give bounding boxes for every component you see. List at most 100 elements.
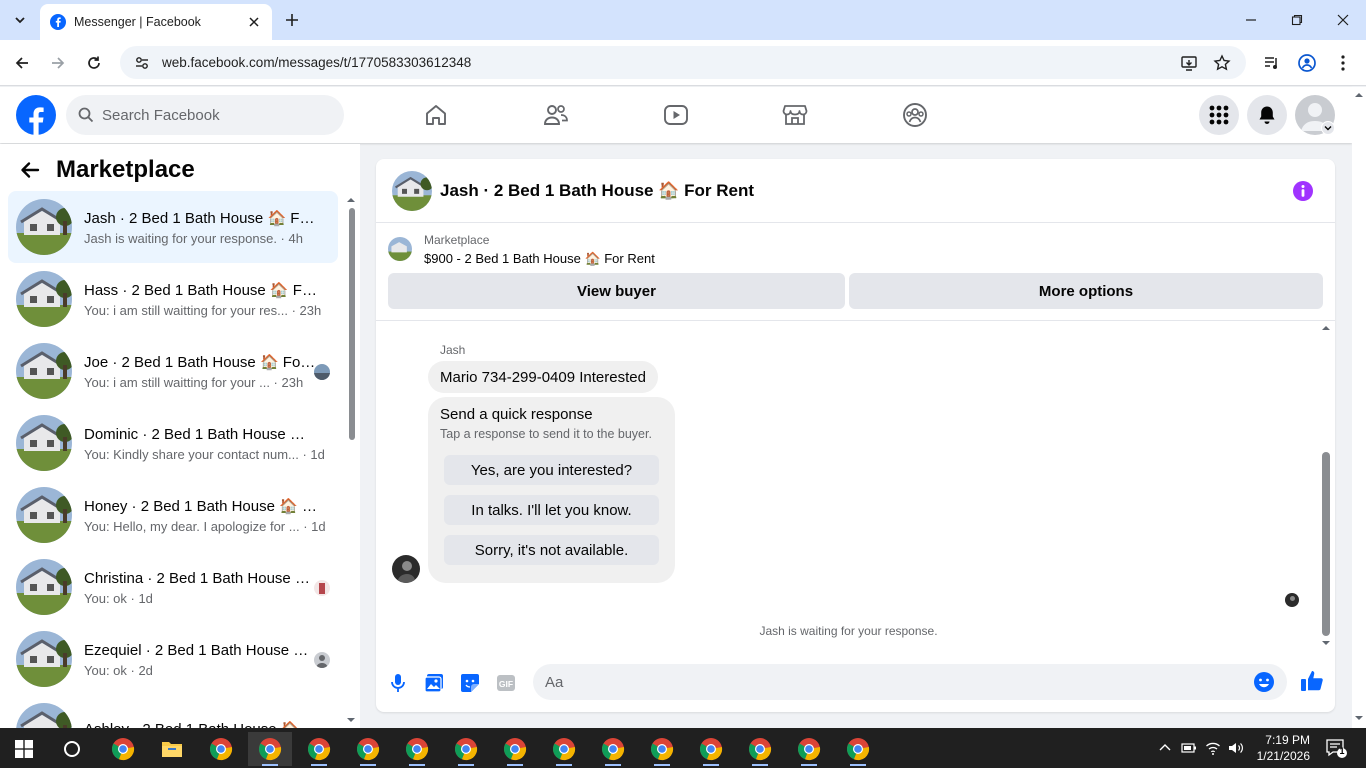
photo-icon[interactable] <box>422 671 446 695</box>
view-buyer-button[interactable]: View buyer <box>388 273 845 309</box>
house-thumbnail <box>16 487 72 543</box>
message-composer: GIF <box>376 659 1335 707</box>
info-icon[interactable] <box>1293 181 1313 201</box>
conversation-item[interactable]: Joe · 2 Bed 1 Bath House 🏠 For Rent You:… <box>8 335 338 407</box>
chrome-icon[interactable] <box>738 732 782 766</box>
message-bubble[interactable]: Mario 734-299-0409 Interested <box>428 361 658 393</box>
notifications-button[interactable] <box>1247 95 1287 135</box>
chrome-icon[interactable] <box>346 732 390 766</box>
url-text[interactable]: web.facebook.com/messages/t/177058330361… <box>162 55 471 70</box>
quick-response-button[interactable]: Yes, are you interested? <box>444 455 659 485</box>
chat-title[interactable]: Jash · 2 Bed 1 Bath House 🏠 For Rent <box>440 181 754 201</box>
close-window-icon[interactable] <box>1333 10 1353 30</box>
chrome-icon[interactable] <box>689 732 733 766</box>
message-thread: Jash Mario 734-299-0409 Interested Send … <box>376 321 1335 646</box>
facebook-search-bar[interactable] <box>66 95 344 135</box>
search-input[interactable] <box>102 106 322 124</box>
sticker-icon[interactable] <box>458 671 482 695</box>
conversation-item[interactable]: Ashley · 2 Bed 1 Bath House 🏠 For Rent <box>8 695 338 728</box>
thumbs-up-icon[interactable] <box>1300 669 1326 695</box>
seen-avatar <box>314 364 330 380</box>
chrome-icon[interactable] <box>395 732 439 766</box>
microphone-icon[interactable] <box>386 671 410 695</box>
quick-response-button[interactable]: Sorry, it's not available. <box>444 535 659 565</box>
facebook-logo-icon[interactable] <box>16 95 56 135</box>
back-arrow-icon[interactable] <box>11 52 33 74</box>
restore-icon[interactable] <box>1287 10 1307 30</box>
friends-icon[interactable] <box>542 101 570 129</box>
notification-center-icon[interactable]: 1 <box>1325 738 1347 758</box>
chrome-icon[interactable] <box>787 732 831 766</box>
site-settings-icon[interactable] <box>134 55 150 71</box>
conversation-item[interactable]: Christina · 2 Bed 1 Bath House 🏠 For Ren… <box>8 551 338 623</box>
conversation-item[interactable]: Dominic · 2 Bed 1 Bath House 🏠 For Rent … <box>8 407 338 479</box>
conversation-item[interactable]: Honey · 2 Bed 1 Bath House 🏠 For Rent Yo… <box>8 479 338 551</box>
chrome-icon[interactable] <box>640 732 684 766</box>
chrome-icon[interactable] <box>248 732 292 766</box>
conversation-item[interactable]: Ezequiel · 2 Bed 1 Bath House 🏠 For Rent… <box>8 623 338 695</box>
quick-response-button[interactable]: In talks. I'll let you know. <box>444 495 659 525</box>
emoji-icon[interactable] <box>1253 671 1275 693</box>
more-options-button[interactable]: More options <box>849 273 1323 309</box>
browser-tab[interactable]: Messenger | Facebook <box>40 4 272 40</box>
bookmark-star-icon[interactable] <box>1211 52 1233 74</box>
home-icon[interactable] <box>422 101 450 129</box>
page-scrollbar[interactable] <box>1352 87 1366 728</box>
message-input-box[interactable] <box>533 664 1287 700</box>
close-tab-icon[interactable] <box>246 14 262 30</box>
forward-arrow-icon[interactable] <box>47 52 69 74</box>
taskbar-clock[interactable]: 7:19 PM 1/21/2026 <box>1250 732 1310 764</box>
windows-start-icon[interactable] <box>2 732 46 766</box>
file-explorer-icon[interactable] <box>150 732 194 766</box>
new-tab-icon[interactable] <box>282 10 302 30</box>
sender-avatar[interactable] <box>392 555 420 583</box>
house-thumbnail <box>16 343 72 399</box>
wifi-icon[interactable] <box>1205 740 1221 756</box>
video-icon[interactable] <box>662 101 690 129</box>
media-controls-icon[interactable] <box>1261 52 1283 74</box>
chrome-icon[interactable] <box>444 732 488 766</box>
chrome-icon[interactable] <box>836 732 880 766</box>
house-thumbnail <box>16 199 72 255</box>
tab-search-chevron-icon[interactable] <box>8 8 32 32</box>
gif-icon[interactable]: GIF <box>494 671 518 695</box>
chrome-icon[interactable] <box>542 732 586 766</box>
thread-scroll-thumb[interactable] <box>1322 452 1330 636</box>
browser-menu-icon[interactable] <box>1332 52 1354 74</box>
browser-tab-bar: Messenger | Facebook <box>0 0 1366 40</box>
reload-icon[interactable] <box>83 52 105 74</box>
address-bar[interactable]: web.facebook.com/messages/t/177058330361… <box>120 46 1246 79</box>
menu-grid-icon <box>1209 105 1229 125</box>
chrome-icon[interactable] <box>493 732 537 766</box>
profile-icon[interactable] <box>1296 52 1318 74</box>
groups-icon[interactable] <box>901 101 929 129</box>
conversation-name: Christina · 2 Bed 1 Bath House 🏠 For Ren… <box>84 569 320 587</box>
account-chevron-icon[interactable] <box>1321 121 1335 135</box>
listing-thumbnail[interactable] <box>392 170 432 211</box>
chrome-icon[interactable] <box>101 732 145 766</box>
conversation-preview: You: ok · 2d <box>84 662 153 678</box>
chrome-icon[interactable] <box>591 732 635 766</box>
conversation-item[interactable]: Jash · 2 Bed 1 Bath House 🏠 For Rent Jas… <box>8 191 338 263</box>
tray-chevron-up-icon[interactable] <box>1157 740 1173 756</box>
tab-title: Messenger | Facebook <box>74 15 201 29</box>
conversation-preview: You: i am still waitting for your res...… <box>84 302 322 318</box>
listing-price: $900 - 2 Bed 1 Bath House 🏠 For Rent <box>424 251 655 266</box>
facebook-favicon-icon <box>50 14 66 30</box>
back-arrow-icon[interactable] <box>20 160 40 180</box>
marketplace-icon[interactable] <box>781 101 809 129</box>
chrome-icon[interactable] <box>297 732 341 766</box>
chrome-icon[interactable] <box>199 732 243 766</box>
conversation-item[interactable]: Hass · 2 Bed 1 Bath House 🏠 For Rent You… <box>8 263 338 335</box>
minimize-icon[interactable] <box>1241 10 1261 30</box>
volume-icon[interactable] <box>1228 740 1244 756</box>
menu-grid-button[interactable] <box>1199 95 1239 135</box>
message-input[interactable] <box>545 673 1225 691</box>
sidebar-scroll-thumb[interactable] <box>349 208 355 440</box>
install-app-icon[interactable] <box>1178 52 1200 74</box>
search-circle-icon[interactable] <box>50 732 94 766</box>
battery-icon[interactable] <box>1181 740 1197 756</box>
notification-count: 1 <box>1339 746 1345 756</box>
search-icon <box>78 107 94 123</box>
quick-response-title: Send a quick response <box>440 406 593 423</box>
